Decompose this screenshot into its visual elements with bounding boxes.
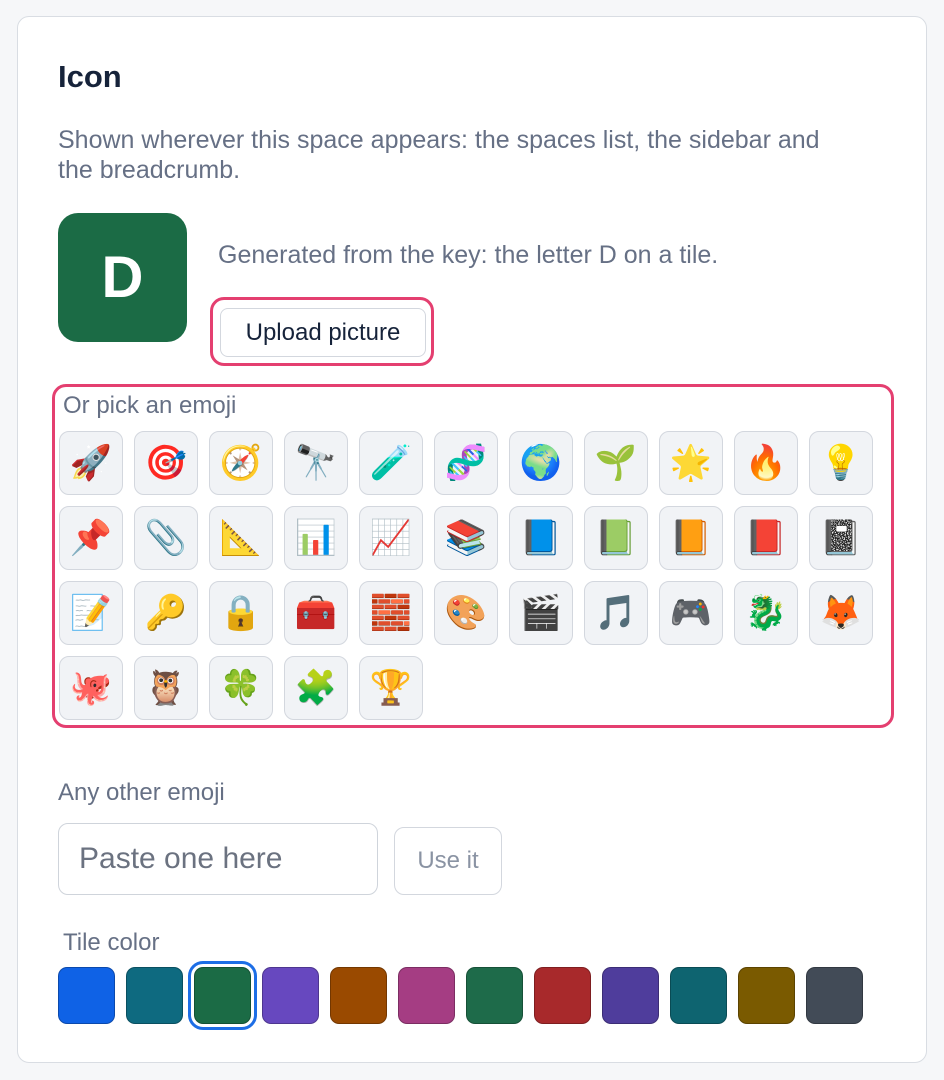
emoji-option[interactable]: 🔭 [284,431,348,495]
color-swatch[interactable] [806,967,863,1024]
emoji-option[interactable]: 🧱 [359,581,423,645]
color-swatch[interactable] [126,967,183,1024]
color-swatch[interactable] [534,967,591,1024]
emoji-option[interactable]: 📘 [509,506,573,570]
emoji-option[interactable]: 🧬 [434,431,498,495]
emoji-option[interactable]: 🎬 [509,581,573,645]
emoji-option[interactable]: 🎯 [134,431,198,495]
upload-picture-button[interactable]: Upload picture [220,308,426,357]
color-swatch-selected[interactable] [188,961,257,1030]
emoji-option[interactable]: 🧩 [284,656,348,720]
icon-settings-card: Icon Shown wherever this space appears: … [17,16,927,1063]
emoji-option[interactable]: 📓 [809,506,873,570]
emoji-option[interactable]: 📈 [359,506,423,570]
emoji-option[interactable]: 🧪 [359,431,423,495]
emoji-option[interactable]: 🌍 [509,431,573,495]
emoji-option[interactable]: 🧰 [284,581,348,645]
emoji-option[interactable]: 🏆 [359,656,423,720]
tile-generated-note: Generated from the key: the letter D on … [218,241,719,269]
emoji-option[interactable]: 🦉 [134,656,198,720]
emoji-option[interactable]: 🎮 [659,581,723,645]
other-emoji-input[interactable] [58,823,378,895]
emoji-option[interactable]: 🚀 [59,431,123,495]
emoji-option[interactable]: 🔒 [209,581,273,645]
tile-letter: D [101,245,144,310]
color-swatch[interactable] [602,967,659,1024]
emoji-option[interactable]: 🦊 [809,581,873,645]
emoji-option[interactable]: 📚 [434,506,498,570]
color-swatch[interactable] [398,967,455,1024]
tile-color-label: Tile color [63,929,160,956]
emoji-grid: 🚀 🎯 🧭 🔭 🧪 🧬 🌍 🌱 🌟 🔥 💡 📌 📎 📐 📊 📈 📚 📘 📗 📙 📕 📓 📝 🔑 🔒 🧰 🧱 🎨 🎬 🎵 🎮 🐉 🦊 🐙 🦉 🍀 🧩 🏆 [59,431,889,720]
emoji-option[interactable]: 🌟 [659,431,723,495]
emoji-option[interactable]: 📊 [284,506,348,570]
color-swatch[interactable] [262,967,319,1024]
emoji-option[interactable]: 📗 [584,506,648,570]
emoji-option[interactable]: 🐉 [734,581,798,645]
emoji-option[interactable]: 📝 [59,581,123,645]
emoji-option[interactable]: 📎 [134,506,198,570]
emoji-option[interactable]: 📌 [59,506,123,570]
color-swatch[interactable] [330,967,387,1024]
use-emoji-button[interactable]: Use it [394,827,502,895]
color-swatch[interactable] [58,967,115,1024]
emoji-picker-label: Or pick an emoji [63,392,237,419]
emoji-option[interactable]: 📕 [734,506,798,570]
emoji-option[interactable]: 🐙 [59,656,123,720]
emoji-option[interactable]: 🔑 [134,581,198,645]
emoji-option[interactable]: 📙 [659,506,723,570]
color-swatch[interactable] [738,967,795,1024]
section-title: Icon [58,59,122,94]
emoji-option[interactable]: 🎨 [434,581,498,645]
icon-tile-preview: D [58,213,187,342]
color-swatch[interactable] [670,967,727,1024]
color-swatch[interactable] [466,967,523,1024]
emoji-option[interactable]: 🎵 [584,581,648,645]
tile-color-swatches [58,961,874,1030]
emoji-option[interactable]: 🔥 [734,431,798,495]
emoji-option[interactable]: 📐 [209,506,273,570]
section-description: Shown wherever this space appears: the s… [58,126,820,184]
emoji-option[interactable]: 🌱 [584,431,648,495]
emoji-option[interactable]: 🍀 [209,656,273,720]
emoji-option[interactable]: 🧭 [209,431,273,495]
other-emoji-label: Any other emoji [58,779,225,806]
emoji-option[interactable]: 💡 [809,431,873,495]
